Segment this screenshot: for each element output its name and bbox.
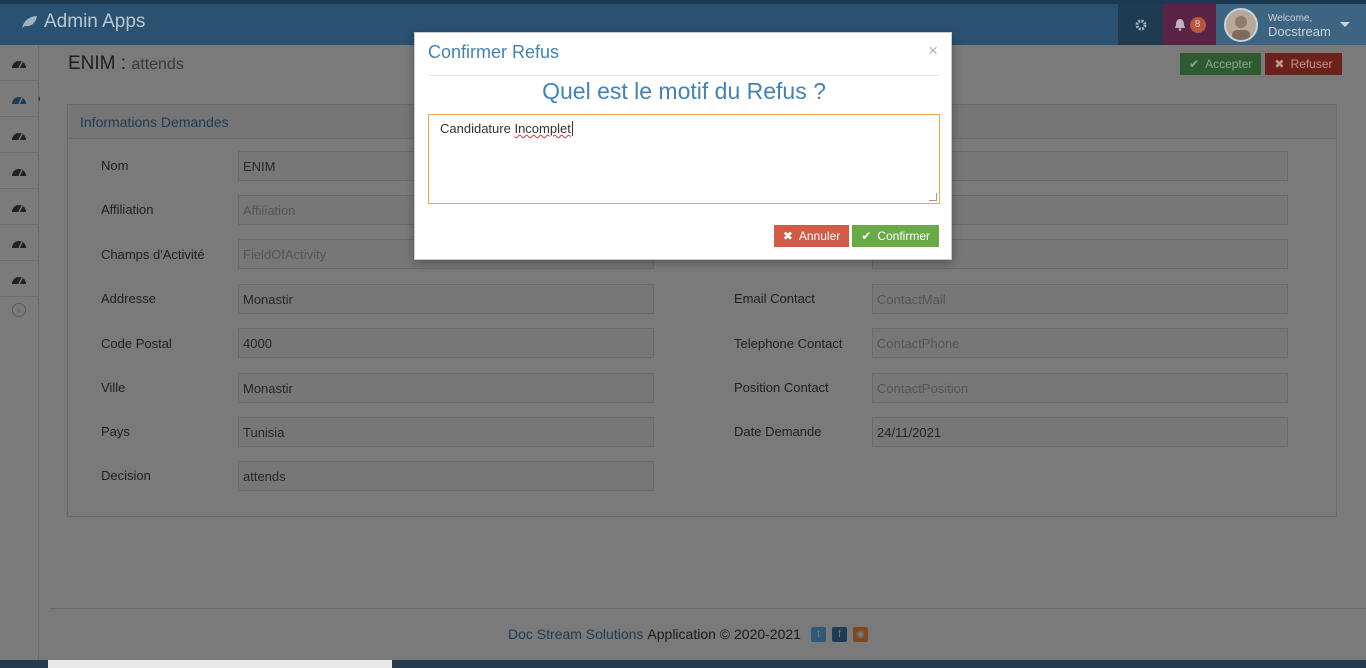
- reason-text-part2: Incomplet: [514, 121, 571, 136]
- sidebar-item-dashboard-5[interactable]: [0, 189, 38, 225]
- label-request-date: Date Demande: [734, 424, 822, 439]
- dialog-question: Quel est le motif du Refus ?: [542, 78, 826, 104]
- cancel-label: Annuler: [798, 229, 841, 243]
- settings-button[interactable]: [1118, 4, 1163, 45]
- postal-code-field[interactable]: 4000: [238, 328, 654, 358]
- email-contact-field[interactable]: ContactMail: [872, 284, 1288, 314]
- page-title: ENIM : attends: [68, 53, 184, 75]
- refuse-label: Refuser: [1290, 57, 1333, 71]
- close-icon: ✖: [782, 229, 793, 243]
- country-field[interactable]: Tunisia: [238, 417, 654, 447]
- label-city: Ville: [101, 380, 126, 395]
- dialog-actions: ✖ Annuler ✔ Confirmer: [773, 225, 939, 247]
- page-title-separator: :: [115, 53, 132, 74]
- sidebar-item-dashboard-4[interactable]: [0, 153, 38, 189]
- label-decision: Decision: [101, 468, 151, 483]
- gear-icon: [1135, 19, 1146, 30]
- tachometer-icon: [12, 96, 26, 104]
- address-field[interactable]: Monastir: [238, 284, 654, 314]
- accept-button[interactable]: ✔ Accepter: [1180, 53, 1262, 75]
- close-icon[interactable]: ×: [928, 41, 938, 61]
- label-address: Addresse: [101, 291, 156, 306]
- page-title-status: attends: [131, 56, 184, 73]
- taskbar: [0, 660, 1366, 668]
- user-menu[interactable]: Welcome, Docstream: [1216, 4, 1366, 45]
- reason-text-part1: Candidature: [440, 121, 515, 136]
- tachometer-icon: [12, 240, 26, 248]
- user-greeting: Welcome, Docstream: [1268, 12, 1331, 38]
- refuse-button[interactable]: ✖ Refuser: [1265, 53, 1342, 75]
- page-actions: ✔ Accepter ✖ Refuser: [1180, 53, 1342, 75]
- resize-handle-icon[interactable]: [929, 193, 937, 201]
- label-position-contact: Position Contact: [734, 380, 829, 395]
- notifications-button[interactable]: 8: [1163, 4, 1216, 45]
- tachometer-icon: [12, 204, 26, 212]
- dialog-divider: [428, 75, 940, 76]
- tachometer-icon: [12, 276, 26, 284]
- label-postal-code: Code Postal: [101, 336, 172, 351]
- tachometer-icon: [12, 60, 26, 68]
- sidebar-item-dashboard-1[interactable]: [0, 45, 38, 81]
- close-icon: ✖: [1274, 57, 1285, 71]
- sidebar-item-dashboard-3[interactable]: [0, 117, 38, 153]
- brand-label: Admin Apps: [44, 11, 146, 32]
- refusal-reason-textarea[interactable]: Candidature Incomplet: [428, 114, 940, 204]
- city-field[interactable]: Monastir: [238, 373, 654, 403]
- accept-label: Accepter: [1205, 57, 1253, 71]
- notification-count-badge: 8: [1189, 16, 1206, 33]
- cancel-button[interactable]: ✖ Annuler: [773, 225, 850, 247]
- label-nom: Nom: [101, 158, 129, 173]
- label-activity: Champs d'Activité: [101, 247, 205, 262]
- dialog-title: Confirmer Refus: [428, 42, 560, 62]
- bell-icon: [1174, 19, 1185, 31]
- decision-field[interactable]: attends: [238, 461, 654, 491]
- taskbar-search[interactable]: [48, 660, 392, 668]
- tachometer-icon: [12, 168, 26, 176]
- leaf-icon: [22, 16, 37, 28]
- footer-text: Application © 2020-2021: [647, 626, 801, 642]
- position-contact-field[interactable]: ContactPosition: [872, 373, 1288, 403]
- sidebar: »: [0, 45, 44, 668]
- footer-brand: Doc Stream Solutions: [508, 626, 644, 642]
- chevron-down-icon: [1340, 22, 1350, 27]
- footer: Doc Stream Solutions Application © 2020-…: [508, 626, 868, 642]
- phone-contact-field[interactable]: ContactPhone: [872, 328, 1288, 358]
- app-brand[interactable]: Admin Apps: [20, 11, 145, 33]
- facebook-icon[interactable]: f: [831, 626, 847, 642]
- confirm-label: Confirmer: [877, 229, 930, 243]
- sidebar-item-dashboard-2[interactable]: [0, 81, 44, 117]
- sidebar-item-dashboard-6[interactable]: [0, 225, 38, 261]
- sidebar-item-dashboard-7[interactable]: [0, 261, 38, 297]
- rss-icon[interactable]: ◉: [852, 626, 868, 642]
- sidebar-collapse-button[interactable]: »: [0, 297, 38, 323]
- label-country: Pays: [101, 424, 130, 439]
- user-name: Docstream: [1268, 23, 1331, 39]
- check-icon: ✔: [861, 229, 872, 243]
- confirm-refusal-dialog: Confirmer Refus × Quel est le motif du R…: [414, 32, 952, 260]
- confirm-button[interactable]: ✔ Confirmer: [852, 225, 939, 247]
- double-chevron-right-icon: »: [12, 303, 26, 317]
- label-phone-contact: Telephone Contact: [734, 336, 843, 351]
- footer-divider: [50, 608, 1366, 609]
- request-date-field[interactable]: 24/11/2021: [872, 417, 1288, 447]
- label-affiliation: Affiliation: [101, 202, 154, 217]
- welcome-label: Welcome,: [1268, 12, 1313, 24]
- label-email-contact: Email Contact: [734, 291, 815, 306]
- avatar: [1224, 7, 1258, 42]
- tachometer-icon: [12, 132, 26, 140]
- check-icon: ✔: [1189, 57, 1200, 71]
- page-title-main: ENIM: [68, 53, 116, 74]
- text-cursor: [571, 121, 573, 136]
- twitter-icon[interactable]: t: [810, 626, 826, 642]
